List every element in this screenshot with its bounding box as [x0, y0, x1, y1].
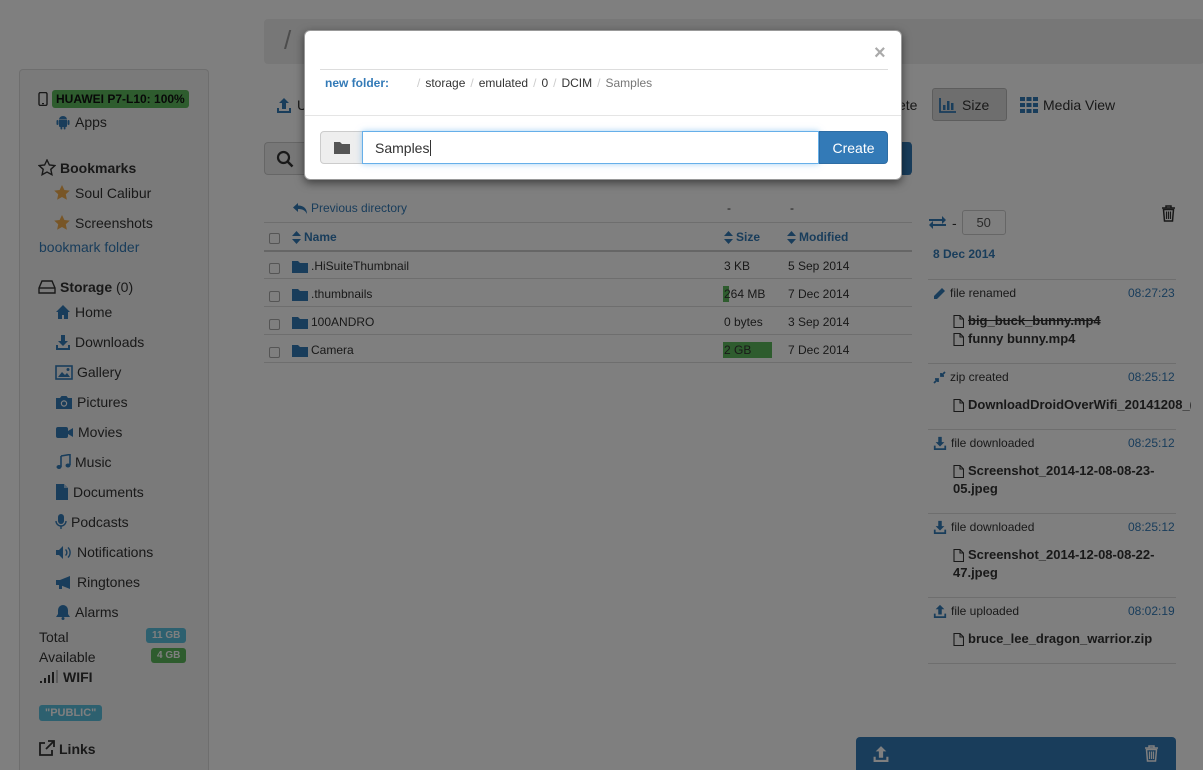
folder-name-input[interactable]: Samples [362, 131, 819, 164]
breadcrumb-separator: / [470, 76, 474, 90]
folder-icon [333, 142, 350, 154]
close-button[interactable]: × [874, 41, 886, 65]
new-folder-dialog: × new folder: / storage / emulated / 0 / DCIM / S… [304, 30, 902, 180]
new-folder-label: new folder: [325, 76, 390, 90]
breadcrumb-separator: / [597, 76, 601, 90]
breadcrumb-item[interactable]: storage [425, 76, 465, 90]
breadcrumb-item[interactable]: 0 [541, 76, 548, 90]
breadcrumb-separator: / [417, 76, 421, 90]
breadcrumb-separator: / [533, 76, 537, 90]
breadcrumb-item[interactable]: DCIM [561, 76, 592, 90]
breadcrumb-separator: / [553, 76, 557, 90]
breadcrumb-item[interactable]: emulated [479, 76, 528, 90]
create-button[interactable]: Create [819, 131, 888, 164]
folder-addon [320, 131, 363, 164]
breadcrumb-item: Samples [605, 76, 653, 90]
breadcrumb: / storage / emulated / 0 / DCIM / Samples [417, 76, 652, 90]
modal-body-divider [305, 115, 901, 116]
text-cursor [430, 139, 432, 156]
modal-header-divider [320, 69, 888, 70]
